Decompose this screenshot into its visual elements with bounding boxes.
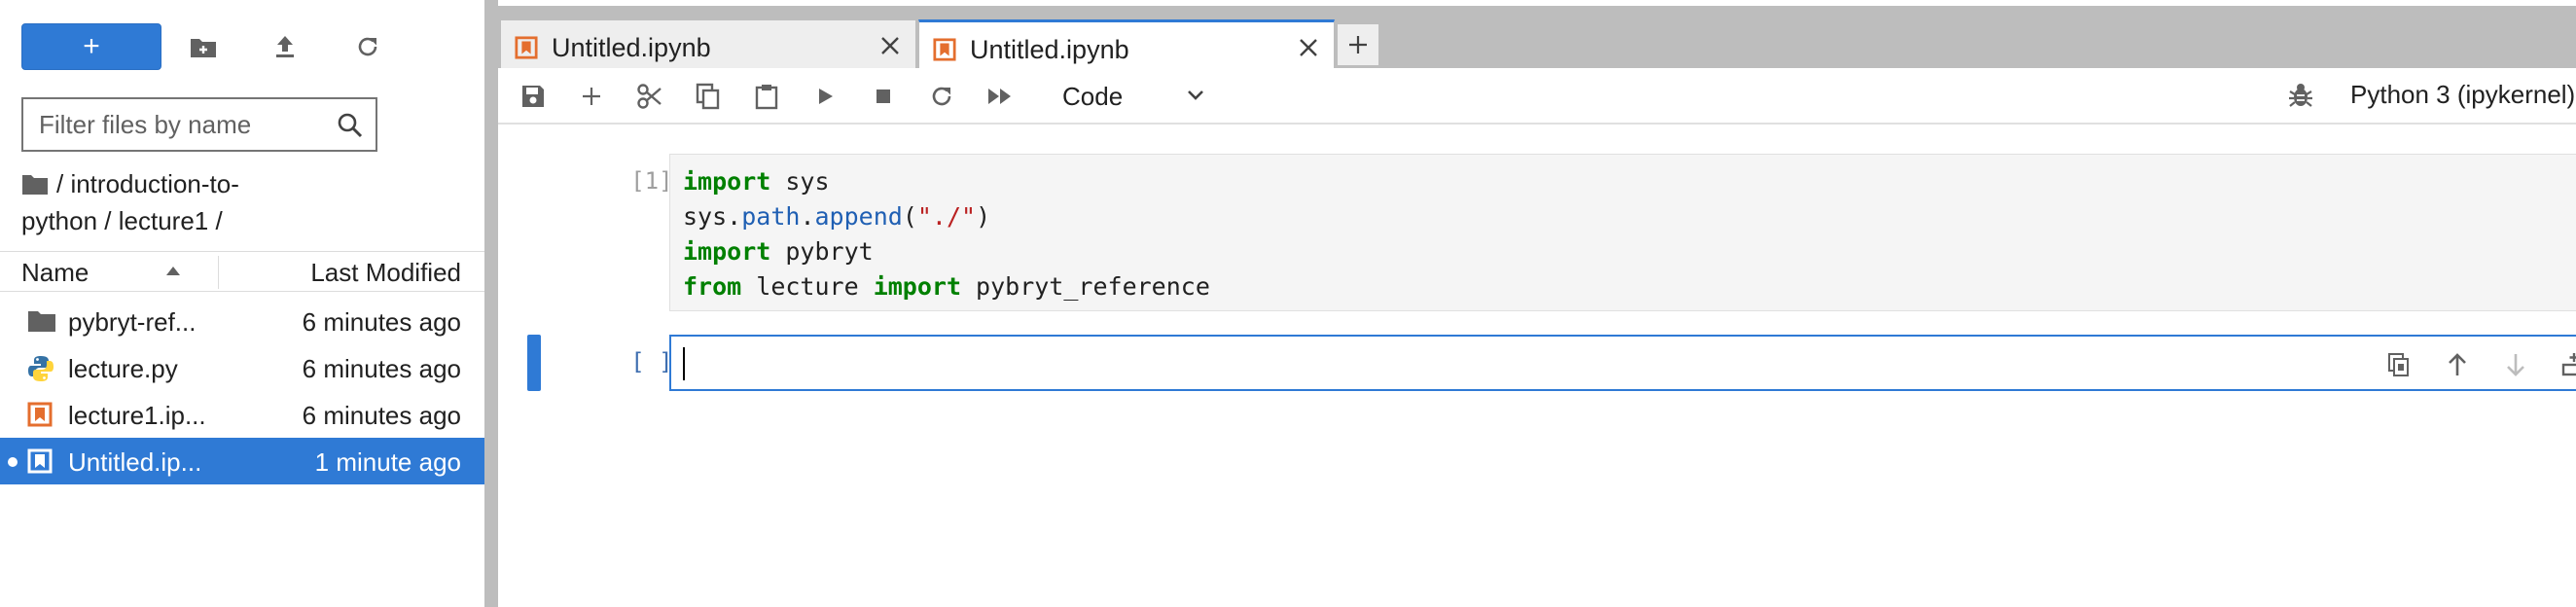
code-line: import pybryt [683,237,874,266]
plus-icon [1349,36,1367,54]
code-line: import sys [683,167,830,196]
notebook-icon [27,448,53,474]
python-file-icon [28,356,54,381]
insert-cell-button[interactable] [574,80,609,113]
save-button[interactable] [516,80,551,113]
active-cell-editor[interactable] [669,335,2576,391]
file-browser: + / introd [0,0,484,607]
restart-run-all-button[interactable] [983,80,1018,113]
refresh-button[interactable] [348,29,387,64]
file-name: Untitled.ip... [68,447,202,477]
close-icon[interactable] [1297,36,1320,59]
sort-ascending-icon[interactable] [165,266,181,277]
refresh-icon [358,37,377,56]
copy-icon [696,83,720,110]
cell-type-dropdown[interactable]: Code [1049,78,1224,113]
bug-icon[interactable] [2288,82,2313,109]
file-modified: 6 minutes ago [302,307,461,337]
new-folder-icon [191,39,216,57]
notebook-icon [933,38,956,61]
main-area: Untitled.ipynb Untitled.ipynb Code Pytho… [498,0,2576,607]
search-icon [338,113,363,138]
file-row-untitled-ipynb[interactable]: Untitled.ip... 1 minute ago [0,438,484,484]
insert-above-icon [2561,353,2576,376]
fast-forward-icon [988,89,1011,104]
file-modified: 6 minutes ago [302,354,461,383]
file-modified: 6 minutes ago [302,401,461,430]
move-cell-down-button[interactable] [2498,348,2533,381]
panel-splitter[interactable] [484,0,498,607]
new-launcher-button[interactable]: + [21,23,161,70]
notebook-icon [515,36,538,59]
file-filter-input[interactable] [39,99,331,150]
play-icon [819,89,833,104]
tab-label: Untitled.ipynb [970,35,1129,64]
running-indicator [8,457,18,467]
code-line: from lecture import pybryt_reference [683,272,1210,301]
column-name[interactable]: Name [21,258,89,288]
file-list-header: Name Last Modified [0,251,484,292]
plus-icon [583,88,600,105]
tab-label: Untitled.ipynb [552,33,711,62]
file-list: pybryt-ref... 6 minutes ago lecture.py 6… [0,298,484,484]
run-cell-button[interactable] [807,80,842,113]
tab-untitled-2[interactable]: Untitled.ipynb [918,19,1335,74]
file-row-lecture1-ipynb[interactable]: lecture1.ip... 6 minutes ago [0,391,484,438]
save-icon [522,86,544,107]
notebook-icon [27,402,53,427]
upload-button[interactable] [266,29,304,64]
paste-button[interactable] [749,80,784,113]
text-cursor [683,347,685,380]
duplicate-icon [2388,353,2409,376]
interrupt-kernel-button[interactable] [866,80,901,113]
file-filter-box[interactable] [21,97,377,152]
cell-type-value: Code [1062,82,1124,111]
code-line: sys.path.append("./") [683,202,991,231]
tab-bar: Untitled.ipynb Untitled.ipynb [498,0,2576,74]
paste-icon [755,85,778,110]
duplicate-cell-button[interactable] [2381,348,2416,381]
insert-cell-above-button[interactable] [2557,348,2576,381]
stop-icon [877,89,890,103]
column-last-modified[interactable]: Last Modified [310,258,461,288]
refresh-icon [932,87,951,106]
cut-button[interactable] [632,80,667,113]
file-name: lecture1.ip... [68,401,206,430]
upload-icon [276,36,294,57]
breadcrumb: / introduction-to-python / lecture1 / [21,165,313,239]
code-cell-editor[interactable]: import sys sys.path.append("./") import … [669,154,2576,311]
file-browser-toolbar: + [0,0,484,93]
file-name: lecture.py [68,354,178,383]
close-icon[interactable] [878,34,902,57]
arrow-up-icon [2449,353,2466,375]
move-cell-up-button[interactable] [2440,348,2475,381]
new-tab-button[interactable] [1337,23,1379,66]
folder-icon[interactable] [21,172,49,196]
scissors-icon [637,84,662,109]
chevron-down-icon [1188,90,1203,100]
file-modified: 1 minute ago [314,447,461,477]
kernel-name[interactable]: Python 3 (ipykernel) [2350,80,2575,110]
notebook-toolbar: Code Python 3 (ipykernel) [498,68,2576,125]
tab-untitled-1[interactable]: Untitled.ipynb [500,19,916,74]
file-row-pybryt-ref[interactable]: pybryt-ref... 6 minutes ago [0,298,484,344]
file-name: pybryt-ref... [68,307,197,337]
folder-icon [28,311,55,332]
copy-button[interactable] [691,80,726,113]
column-divider[interactable] [218,256,219,289]
file-row-lecture-py[interactable]: lecture.py 6 minutes ago [0,344,484,391]
new-folder-button[interactable] [184,29,223,64]
restart-kernel-button[interactable] [924,80,959,113]
arrow-down-icon [2507,354,2524,376]
cell-collapser[interactable] [527,335,541,391]
breadcrumb-path[interactable]: / introduction-to-python / lecture1 / [21,169,239,235]
new-launcher-label: + [83,30,100,62]
